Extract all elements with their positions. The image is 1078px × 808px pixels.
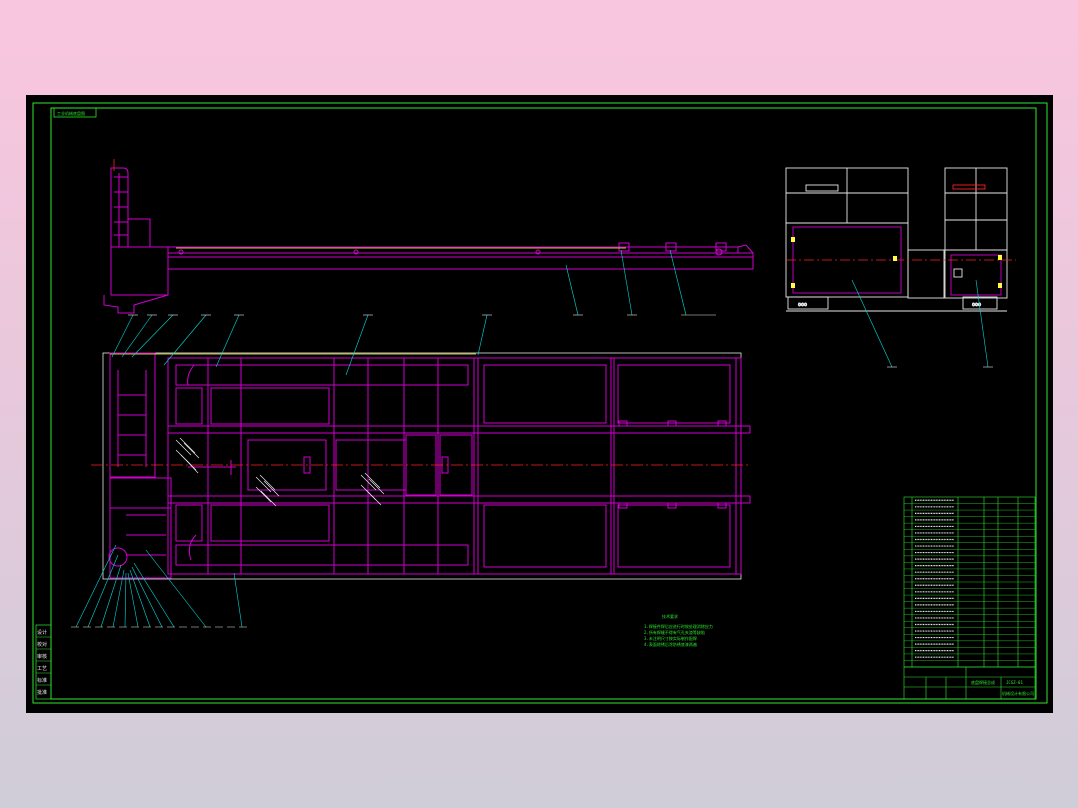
side-elevation-view	[103, 167, 754, 314]
cad-viewport[interactable]: 工业机械底盘图 设计 校对 审核 工艺 标准 批准 ooo ooo 技术要求 1…	[26, 95, 1053, 713]
title-block-number: JCGZ-01	[1006, 680, 1023, 685]
end-view-right: ooo	[907, 167, 1008, 312]
note-1: 1.焊接件焊后应进行时效处理消除应力	[644, 623, 713, 629]
side-label-4: 工艺	[37, 666, 47, 672]
end-view-yellow-marks	[791, 237, 1002, 288]
title-tag-text: 工业机械底盘图	[57, 110, 85, 116]
end-view-left-holes: ooo	[798, 302, 807, 308]
note-3: 3.未注明尺寸按实际制作配焊	[644, 635, 697, 641]
side-label-2: 校对	[37, 641, 47, 648]
technical-notes: 技术要求 1.焊接件焊后应进行时效处理消除应力 2.所有焊缝不得有气孔夹渣等缺陷…	[644, 613, 713, 647]
parts-list-rows	[904, 499, 1035, 661]
elevation-leaders	[565, 249, 687, 316]
title-tag: 工业机械底盘图	[53, 107, 97, 118]
side-label-6: 批准	[37, 689, 47, 696]
cad-drawing: 工业机械底盘图 设计 校对 审核 工艺 标准 批准 ooo ooo 技术要求 1…	[32, 102, 1048, 704]
side-label-1: 设计	[37, 629, 47, 636]
title-block-name: 底盘焊接总成	[971, 679, 995, 685]
note-4: 4.表面除锈后涂防锈底漆两遍	[644, 641, 697, 647]
notes-title: 技术要求	[662, 613, 678, 619]
side-label-3: 审核	[37, 653, 47, 660]
title-block-company: 机械设计有限公司	[1002, 690, 1034, 696]
plan-leaders-bottom	[75, 544, 243, 628]
wheel-hatch-3	[360, 472, 385, 506]
side-label-5: 标准	[37, 677, 47, 684]
note-2: 2.所有焊缝不得有气孔夹渣等缺陷	[644, 629, 705, 635]
end-view-left: ooo	[785, 167, 909, 312]
left-side-strip: 设计 校对 审核 工艺 标准 批准	[35, 624, 52, 700]
plan-view	[102, 352, 751, 580]
wheel-hatch-1	[175, 437, 200, 474]
inner-border	[50, 107, 1037, 700]
